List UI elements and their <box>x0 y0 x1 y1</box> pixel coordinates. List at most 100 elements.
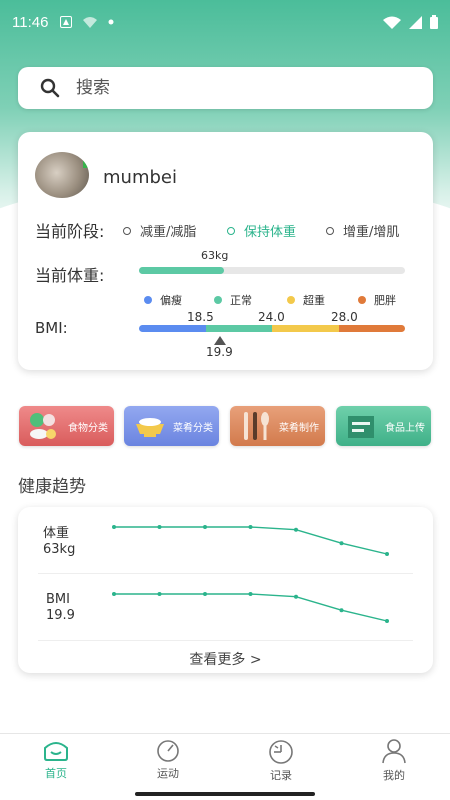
legend-label: 超重 <box>303 294 325 307</box>
search-input[interactable] <box>76 78 376 98</box>
tab-label: 首页 <box>45 767 67 780</box>
weight-trend-chart <box>112 525 389 556</box>
bmi-pointer-icon <box>214 336 226 345</box>
legend-dot <box>287 296 295 304</box>
status-right-icons <box>383 15 438 29</box>
weight-trend-value: 63kg <box>43 542 76 557</box>
avatar[interactable] <box>35 152 89 198</box>
speedometer-icon <box>157 740 179 762</box>
bmi-trend-point <box>203 592 207 596</box>
bmi-trend-point <box>248 592 253 596</box>
stage-label: 当前阶段: <box>35 222 105 241</box>
health-trend-title: 健康趋势 <box>18 477 86 497</box>
home-indicator <box>135 792 315 796</box>
stage-option-maintain[interactable]: 保持体重 <box>227 221 296 240</box>
bmi-trend-point <box>339 608 344 613</box>
upload-icon <box>348 416 374 438</box>
stage-option-label: 减重/减脂 <box>140 225 197 240</box>
profile-icon <box>382 739 406 764</box>
bmi-trend-label: BMI 19.9 <box>46 592 75 624</box>
bmi-trend-point <box>385 619 389 623</box>
bmi-tick: 28.0 <box>331 310 358 324</box>
food-category-icon <box>30 413 56 439</box>
stage-option-label: 增重/增肌 <box>343 225 400 240</box>
tab-label: 我的 <box>383 769 405 782</box>
weight-trend-point <box>385 552 389 556</box>
tab-label: 记录 <box>270 769 292 782</box>
dish-category-label: 菜肴分类 <box>173 422 213 434</box>
home-icon <box>44 742 68 761</box>
dish-category-button[interactable]: 菜肴分类 <box>124 406 219 446</box>
food-upload-button[interactable]: 食品上传 <box>336 406 431 446</box>
food-category-button[interactable]: 食物分类 <box>19 406 114 446</box>
battery-icon <box>430 15 438 29</box>
bmi-value: 19.9 <box>206 345 233 359</box>
search-bar[interactable] <box>18 67 433 109</box>
bmi-trend-point <box>157 592 162 596</box>
legend-item-obese: 肥胖 <box>358 292 396 308</box>
tab-sport[interactable]: 运动 <box>128 734 208 787</box>
health-trend-card[interactable]: 体重 63kg BMI 19.9 查看更多 > <box>18 507 433 673</box>
stage-option-label: 保持体重 <box>244 225 297 240</box>
food-category-label: 食物分类 <box>68 422 108 434</box>
cooking-label: 菜肴制作 <box>279 422 319 434</box>
weight-trend-point <box>112 525 116 529</box>
legend-label: 正常 <box>230 294 252 307</box>
legend-dot <box>214 296 222 304</box>
bmi-trend-title: BMI <box>46 592 70 607</box>
legend-item-underweight: 偏瘦 <box>144 292 182 308</box>
bmi-tick: 24.0 <box>258 310 285 324</box>
food-upload-label: 食品上传 <box>385 422 425 434</box>
weight-progress-bar <box>139 267 405 274</box>
wifi-question-icon <box>83 17 98 28</box>
bmi-segment-obese <box>339 325 405 332</box>
cooking-button[interactable]: 菜肴制作 <box>230 406 325 446</box>
profile-card: mumbei 当前阶段: 减重/减脂 保持体重 增重/增肌 当前体重: 63kg… <box>18 132 433 370</box>
tab-label: 运动 <box>157 767 179 780</box>
status-left-icons <box>60 16 114 28</box>
bmi-segment-overweight <box>272 325 339 332</box>
weight-trend-point <box>157 525 162 529</box>
status-bar: 11:46 <box>0 0 450 44</box>
legend-item-normal: 正常 <box>214 292 252 308</box>
weight-label: 当前体重: <box>35 266 105 285</box>
weight-trend-point <box>203 525 207 529</box>
tab-home[interactable]: 首页 <box>16 734 96 787</box>
dot-icon <box>108 19 114 25</box>
bmi-trend-chart <box>112 592 389 623</box>
weight-progress-fill <box>139 267 225 274</box>
weight-trend-point <box>339 541 344 546</box>
divider <box>38 573 413 574</box>
bmi-tick: 18.5 <box>187 310 214 324</box>
bmi-segment-underweight <box>139 325 206 332</box>
wifi-icon <box>383 16 401 29</box>
weight-trend-line <box>114 526 388 555</box>
record-clock-icon <box>269 740 293 764</box>
bmi-label: BMI: <box>35 319 68 337</box>
dish-category-icon <box>136 418 164 437</box>
bmi-trend-point <box>112 592 116 596</box>
app-notification-icon <box>60 16 73 28</box>
stage-option-lose[interactable]: 减重/减脂 <box>123 221 196 240</box>
username: mumbei <box>103 167 177 188</box>
weight-trend-title: 体重 <box>43 526 70 541</box>
signal-icon <box>409 15 422 29</box>
cooking-icon <box>244 412 269 440</box>
view-more-link[interactable]: 查看更多 > <box>18 649 433 669</box>
legend-label: 肥胖 <box>374 294 396 307</box>
tab-mine[interactable]: 我的 <box>354 734 434 787</box>
weight-trend-label: 体重 63kg <box>43 526 75 558</box>
bmi-trend-point <box>294 594 298 599</box>
legend-label: 偏瘦 <box>160 294 182 307</box>
legend-dot <box>358 296 366 304</box>
divider <box>38 640 413 641</box>
bmi-trend-line <box>114 593 388 622</box>
search-icon <box>40 78 60 98</box>
stage-option-gain[interactable]: 增重/增肌 <box>326 221 399 240</box>
weight-trend-point <box>294 527 298 532</box>
legend-item-overweight: 超重 <box>287 292 325 308</box>
weight-value: 63kg <box>201 249 229 262</box>
weight-trend-point <box>248 525 253 529</box>
legend-dot <box>144 296 152 304</box>
tab-record[interactable]: 记录 <box>241 734 321 787</box>
